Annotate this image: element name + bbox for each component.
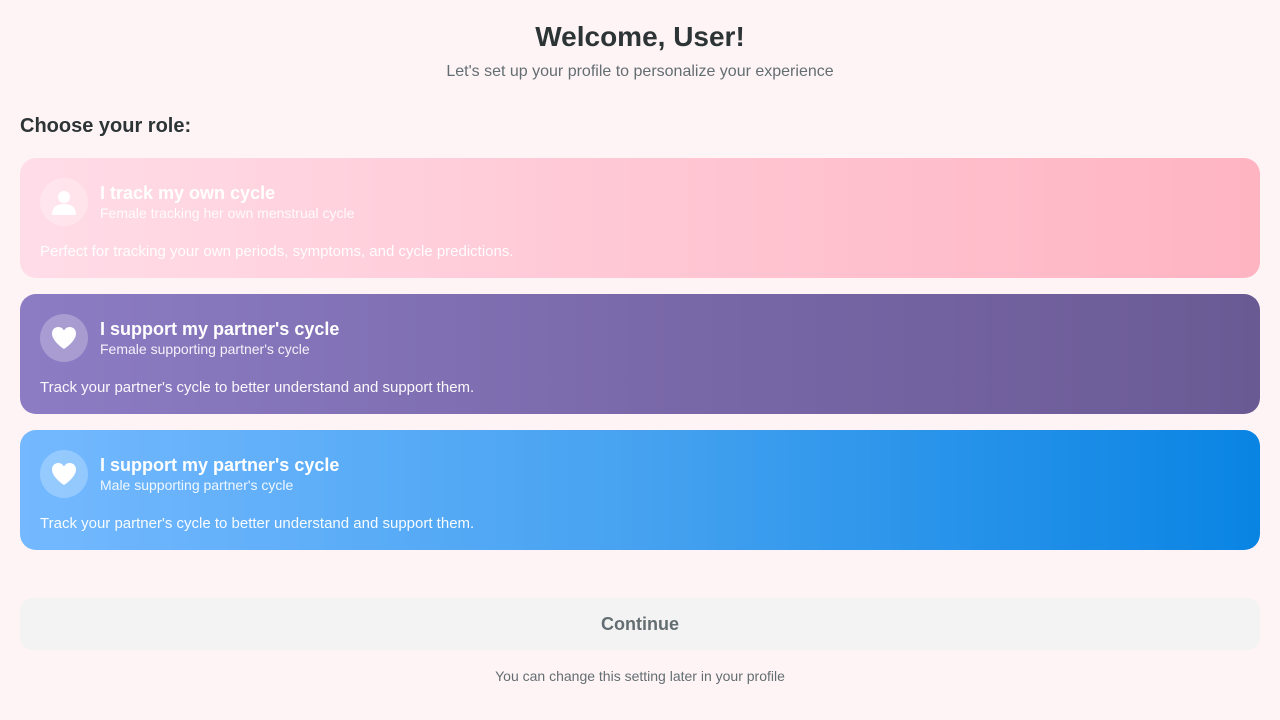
role-card-description: Perfect for tracking your own periods, s… [40,243,514,260]
settings-note: You can change this setting later in you… [495,668,785,684]
role-card-male-partner[interactable]: I support my partner's cycle Male suppor… [20,430,1260,550]
role-card-female-partner[interactable]: I support my partner's cycle Female supp… [20,294,1260,414]
continue-button[interactable]: Continue [20,598,1260,650]
role-card-subtitle: Female tracking her own menstrual cycle [100,205,355,221]
role-card-title: I support my partner's cycle [100,455,340,475]
role-card-header: I support my partner's cycle Male suppor… [40,450,1240,498]
page-subtitle: Let's set up your profile to personalize… [446,63,834,80]
person-icon [40,178,88,226]
role-card-header: I support my partner's cycle Female supp… [40,314,1240,362]
role-card-description: Track your partner's cycle to better und… [40,379,475,396]
onboarding-page: Welcome, User! Let's set up your profile… [0,0,1280,720]
role-card-subtitle: Female supporting partner's cycle [100,341,310,357]
welcome-header: Welcome, User! Let's set up your profile… [20,0,1260,82]
role-card-header: I track my own cycle Female tracking her… [40,178,1240,226]
page-title: Welcome, User! [535,21,745,52]
heart-icon [40,450,88,498]
role-options: I track my own cycle Female tracking her… [20,158,1260,550]
role-card-text: I support my partner's cycle Male suppor… [100,454,339,494]
role-card-text: I track my own cycle Female tracking her… [100,182,354,222]
role-card-title: I track my own cycle [100,183,276,203]
role-section-title: Choose your role: [20,115,192,137]
heart-icon [40,314,88,362]
role-card-subtitle: Male supporting partner's cycle [100,477,294,493]
role-card-description: Track your partner's cycle to better und… [40,515,475,532]
role-card-self-tracking[interactable]: I track my own cycle Female tracking her… [20,158,1260,278]
role-card-title: I support my partner's cycle [100,319,340,339]
role-card-text: I support my partner's cycle Female supp… [100,318,339,358]
